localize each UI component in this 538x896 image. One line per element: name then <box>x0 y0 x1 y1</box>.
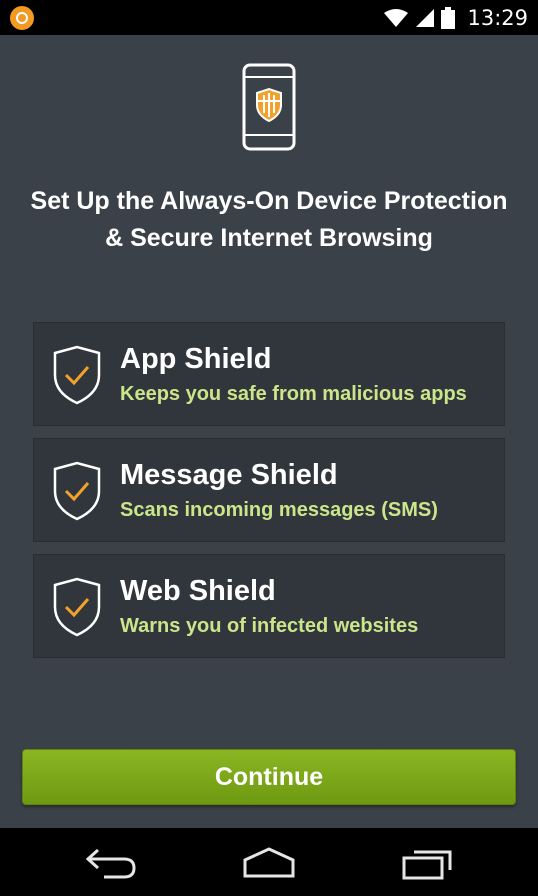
status-icons: 13:29 <box>383 0 528 35</box>
shield-card-message: Message Shield Scans incoming messages (… <box>33 438 505 542</box>
battery-icon <box>441 6 456 29</box>
nav-bar <box>0 828 538 896</box>
continue-button[interactable]: Continue <box>22 749 516 805</box>
wifi-icon <box>384 8 409 27</box>
main-content: Set Up the Always-On Device Protection &… <box>0 35 538 828</box>
status-time: 13:29 <box>467 5 528 30</box>
shield-title: Web Shield <box>120 575 276 607</box>
recent-apps-icon[interactable] <box>402 846 454 880</box>
shield-check-icon <box>53 461 101 521</box>
page-title: Set Up the Always-On Device Protection &… <box>0 183 538 257</box>
shield-title: App Shield <box>120 343 272 375</box>
signal-icon <box>416 8 435 27</box>
shield-subtitle: Scans incoming messages (SMS) <box>120 499 438 521</box>
phone-shield-icon <box>242 63 296 151</box>
shield-card-app: App Shield Keeps you safe from malicious… <box>33 322 505 426</box>
shield-check-icon <box>53 577 101 637</box>
app-notification-icon <box>10 6 34 30</box>
shield-check-icon <box>53 345 101 405</box>
shield-subtitle: Keeps you safe from malicious apps <box>120 383 467 405</box>
shield-title: Message Shield <box>120 459 338 491</box>
shield-list: App Shield Keeps you safe from malicious… <box>33 322 505 670</box>
headline-line-2: & Secure Internet Browsing <box>105 224 433 252</box>
back-icon[interactable] <box>86 846 138 880</box>
headline-line-1: Set Up the Always-On Device Protection <box>30 187 508 215</box>
home-icon[interactable] <box>242 846 296 880</box>
shield-card-web: Web Shield Warns you of infected website… <box>33 554 505 658</box>
shield-subtitle: Warns you of infected websites <box>120 615 419 637</box>
status-bar: 13:29 <box>0 0 538 35</box>
